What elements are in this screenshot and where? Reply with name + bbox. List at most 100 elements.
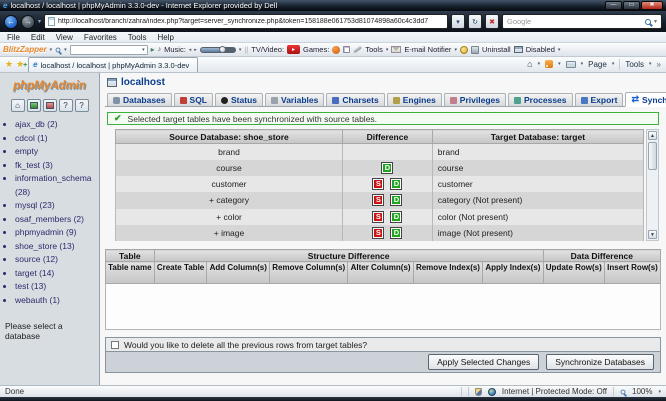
sidebar-item-shoe_store[interactable]: shoe_store (13) — [15, 240, 96, 254]
tab-processes[interactable]: Processes — [508, 93, 573, 106]
volume-slider[interactable] — [200, 47, 236, 53]
phpmyadmin-docs-icon[interactable]: ? — [59, 99, 73, 112]
tools-menu-label[interactable]: Tools — [365, 45, 383, 54]
search-icon[interactable] — [645, 19, 651, 25]
sidebar-item-information_schema[interactable]: information_schema (28) — [15, 172, 96, 199]
disabled-caret-icon[interactable]: ▾ — [558, 47, 561, 53]
apply-selected-changes-button[interactable]: Apply Selected Changes — [428, 354, 539, 370]
diff-s-icon[interactable]: S — [372, 178, 384, 190]
phpmyadmin-logo[interactable]: phpMyAdmin — [3, 80, 96, 92]
music-next-icon[interactable]: ▸ — [194, 47, 197, 53]
zoom-level[interactable]: 100% — [632, 387, 652, 396]
email-notifier-label[interactable]: E-mail Notifier — [404, 45, 451, 54]
favorites-icon[interactable]: ★ — [5, 60, 13, 69]
sidebar-item-webauth[interactable]: webauth (1) — [15, 294, 96, 308]
url-field[interactable]: http://localhost/branch/zahra/index.php?… — [44, 14, 448, 29]
sync-scrollbar[interactable]: ▲ ▼ — [646, 129, 659, 241]
page-menu[interactable]: Page — [588, 60, 607, 69]
tab-engines[interactable]: Engines — [387, 93, 442, 106]
overflow-chevron-icon[interactable]: » — [657, 60, 661, 69]
tab-synchronize[interactable]: Synchronize — [625, 92, 666, 107]
browser-tab[interactable]: e localhost / localhost | phpMyAdmin 3.3… — [28, 57, 198, 72]
add-favorite-icon[interactable]: ★ — [16, 60, 24, 69]
select-database-note: Please select a database — [3, 321, 96, 341]
feeds-icon[interactable] — [545, 60, 553, 68]
volume-caret-icon[interactable]: ▾ — [239, 47, 242, 53]
sidebar-item-ajax_db[interactable]: ajax_db (2) — [15, 118, 96, 132]
menu-help[interactable]: Help — [157, 33, 173, 42]
search-caret-icon[interactable]: ▾ — [654, 18, 657, 25]
sidebar-item-fk_test[interactable]: fk_test (3) — [15, 159, 96, 173]
diff-d-icon[interactable]: D — [390, 178, 402, 190]
lock-icon[interactable] — [460, 46, 468, 54]
tab-status[interactable]: Status — [215, 93, 263, 106]
disabled-label[interactable]: Disabled — [526, 45, 555, 54]
brand-caret-icon[interactable]: ▾ — [50, 47, 53, 53]
delete-rows-checkbox[interactable] — [111, 341, 119, 349]
sidebar-item-empty[interactable]: empty — [15, 145, 96, 159]
mysql-docs-icon[interactable]: ? — [75, 99, 89, 112]
basketball-icon[interactable] — [332, 46, 340, 54]
diff-d-icon[interactable]: D — [390, 211, 402, 223]
tab-privileges[interactable]: Privileges — [444, 93, 506, 106]
toolbar-search-icon[interactable] — [56, 47, 61, 52]
tab-export[interactable]: Export — [575, 93, 624, 106]
tab-charsets[interactable]: Charsets — [326, 93, 384, 106]
sidebar-item-target[interactable]: target (14) — [15, 267, 96, 281]
dice-icon[interactable] — [343, 46, 350, 53]
diff-d-icon[interactable]: D — [390, 194, 402, 206]
home-button-icon[interactable]: ⌂ — [527, 60, 532, 69]
close-button[interactable]: ✖ — [641, 1, 663, 10]
tools-menu[interactable]: Tools — [625, 60, 644, 69]
menu-file[interactable]: File — [7, 33, 20, 42]
menu-favorites[interactable]: Favorites — [84, 33, 117, 42]
diff-d-icon[interactable]: D — [381, 162, 393, 174]
maximize-button[interactable]: ▭ — [623, 1, 640, 10]
zoom-caret-icon[interactable]: ▾ — [658, 389, 661, 395]
sidebar-item-test[interactable]: test (13) — [15, 280, 96, 294]
home-icon[interactable]: ⌂ — [11, 99, 25, 112]
synchronize-databases-button[interactable]: Synchronize Databases — [546, 354, 654, 370]
search-input[interactable]: Google ▾ — [502, 14, 662, 29]
tv-video-label[interactable]: TV/Video: — [251, 45, 284, 54]
query-window-icon[interactable] — [27, 99, 41, 112]
sidebar-item-source[interactable]: source (12) — [15, 253, 96, 267]
diff-d-icon[interactable]: D — [390, 227, 402, 239]
sql-history-icon[interactable] — [43, 99, 57, 112]
scroll-down-icon[interactable]: ▼ — [648, 230, 657, 239]
refresh-button[interactable]: ↻ — [468, 14, 482, 29]
tab-variables[interactable]: Variables — [265, 93, 324, 106]
zoom-icon[interactable] — [621, 389, 626, 394]
menu-tools[interactable]: Tools — [128, 33, 147, 42]
scroll-up-icon[interactable]: ▲ — [648, 131, 657, 140]
stop-button[interactable]: ✖ — [485, 14, 499, 29]
menu-view[interactable]: View — [56, 33, 73, 42]
tab-sql[interactable]: SQL — [174, 93, 213, 106]
uninstall-label[interactable]: Uninstall — [482, 45, 511, 54]
tools-caret-icon[interactable]: ▾ — [386, 47, 389, 53]
sidebar-item-phpmyadmin[interactable]: phpmyadmin (9) — [15, 226, 96, 240]
menu-edit[interactable]: Edit — [31, 33, 45, 42]
sidebar-item-cdcol[interactable]: cdcol (1) — [15, 132, 96, 146]
sidebar-item-mysql[interactable]: mysql (23) — [15, 199, 96, 213]
tab-databases[interactable]: Databases — [107, 93, 172, 106]
forward-button[interactable]: → — [21, 15, 35, 29]
minimize-button[interactable]: — — [605, 1, 622, 10]
scroll-thumb[interactable] — [648, 142, 657, 170]
diff-s-icon[interactable]: S — [372, 194, 384, 206]
url-dropdown-button[interactable]: ▾ — [451, 14, 465, 29]
youtube-icon[interactable]: ▸ — [287, 45, 300, 54]
diff-s-icon[interactable]: S — [372, 227, 384, 239]
music-prev-icon[interactable]: ◂ — [189, 47, 192, 53]
games-label[interactable]: Games: — [303, 45, 329, 54]
print-icon[interactable] — [566, 61, 576, 68]
diff-s-icon[interactable]: S — [372, 211, 384, 223]
toolbar-search-caret-icon[interactable]: ▾ — [64, 47, 67, 53]
history-caret-icon[interactable]: ▾ — [38, 18, 41, 25]
sidebar-item-osaf_members[interactable]: osaf_members (2) — [15, 213, 96, 227]
toolbar-brand[interactable]: BlitzZapper — [3, 45, 47, 54]
back-button[interactable]: ← — [4, 15, 18, 29]
email-caret-icon[interactable]: ▾ — [454, 47, 457, 53]
toolbar-search-box[interactable]: ▾ — [70, 45, 148, 55]
play-icon[interactable]: ▸ — [151, 46, 155, 54]
